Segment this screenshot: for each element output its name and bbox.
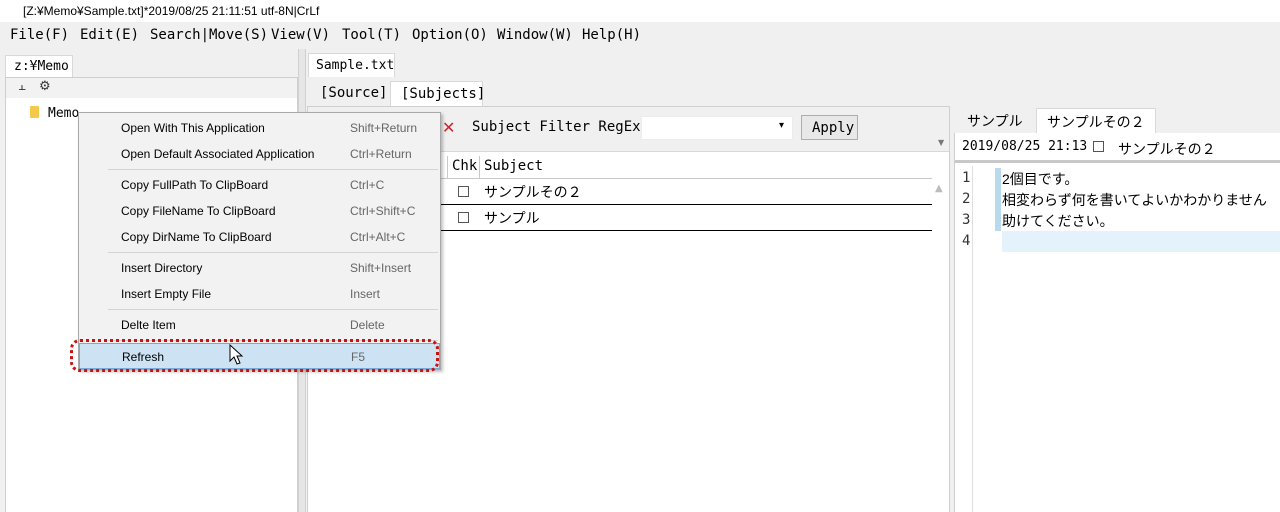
filter-regex-input[interactable]: [641, 116, 793, 140]
gear-icon[interactable]: ⚙: [39, 79, 51, 94]
menu-item-label: Copy FullPath To ClipBoard: [121, 178, 269, 192]
menu-item-label: Open Default Associated Application: [121, 147, 315, 161]
tree-item-memo[interactable]: Memo: [48, 106, 79, 121]
row-subject: サンプル: [484, 210, 540, 226]
menu-item-shortcut: Shift+Return: [350, 121, 418, 135]
highlight-ring: [70, 339, 439, 372]
menu-item-shortcut: Ctrl+Alt+C: [350, 230, 406, 244]
apply-button[interactable]: Apply: [801, 115, 858, 140]
menu-item-shortcut: Insert: [350, 287, 381, 301]
menu-window[interactable]: Window(W): [497, 27, 573, 43]
tree-icon[interactable]: ⫠: [18, 79, 26, 94]
menu-item-copy-filename[interactable]: Copy FileName To ClipBoard Ctrl+Shift+C: [79, 198, 440, 224]
line-number: 3: [962, 212, 971, 228]
menu-item-shortcut: Delete: [350, 318, 385, 332]
editor-line[interactable]: 2個目です。: [1002, 169, 1078, 189]
item-title[interactable]: サンプルその２: [1118, 139, 1216, 159]
menu-item-label: Insert Directory: [121, 261, 203, 275]
menu-separator: [108, 169, 438, 170]
row-checkbox[interactable]: [458, 186, 469, 197]
row-subject: サンプルその２: [484, 184, 582, 200]
menu-view[interactable]: View(V): [271, 27, 330, 43]
line-number: 2: [962, 191, 971, 207]
line-number: 4: [962, 233, 971, 249]
menu-edit[interactable]: Edit(E): [80, 27, 139, 43]
clear-filter-icon[interactable]: ✕: [442, 118, 455, 137]
menu-item-shortcut: Ctrl+Shift+C: [350, 204, 416, 218]
filter-label: Subject Filter RegEx:: [472, 119, 650, 135]
folder-tab[interactable]: z:¥Memo: [5, 55, 73, 77]
menu-separator: [108, 252, 438, 253]
menu-item-label: Insert Empty File: [121, 287, 212, 301]
column-header-chk[interactable]: Chk: [452, 158, 477, 174]
scroll-up-icon[interactable]: ▲: [935, 183, 943, 194]
item-checkbox[interactable]: [1093, 141, 1104, 152]
menu-item-shortcut: Shift+Insert: [350, 261, 412, 275]
tab-source[interactable]: [Source]: [312, 81, 387, 105]
line-number: 1: [962, 170, 971, 186]
menu-item-insert-directory[interactable]: Insert Directory Shift+Insert: [79, 255, 440, 281]
line-modified-marker: [995, 210, 1001, 231]
tab-sample-2[interactable]: サンプルその２: [1036, 108, 1156, 133]
menu-item-label: Copy DirName To ClipBoard: [121, 230, 272, 244]
menu-option[interactable]: Option(O): [412, 27, 488, 43]
line-modified-marker: [995, 189, 1001, 210]
menu-item-shortcut: Ctrl+C: [350, 178, 385, 192]
editor-line[interactable]: 助けてください。: [1002, 211, 1114, 231]
tab-subjects[interactable]: [Subjects]: [390, 81, 485, 106]
menu-tool[interactable]: Tool(T): [342, 27, 401, 43]
item-date: 2019/08/25 21:13: [962, 139, 1088, 154]
current-line-highlight: [1002, 231, 1280, 252]
collapse-icon[interactable]: ▼: [938, 138, 944, 147]
menu-item-label: Delte Item: [121, 318, 176, 332]
menu-help[interactable]: Help(H): [582, 27, 641, 43]
editor-line[interactable]: 相変わらず何を書いてよいかわかりません: [1002, 190, 1267, 210]
menu-item-delete-item[interactable]: Delte Item Delete: [79, 312, 440, 338]
menu-item-shortcut: Ctrl+Return: [350, 147, 412, 161]
menu-item-open-default-app[interactable]: Open Default Associated Application Ctrl…: [79, 141, 440, 167]
menu-separator: [108, 309, 438, 310]
menu-search-move[interactable]: Search|Move(S): [150, 27, 268, 43]
menu-item-copy-fullpath[interactable]: Copy FullPath To ClipBoard Ctrl+C: [79, 172, 440, 198]
menu-item-label: Open With This Application: [121, 121, 265, 135]
tab-sample[interactable]: サンプル: [957, 108, 1035, 132]
menu-bar: File(F) Edit(E) Search|Move(S) View(V) T…: [0, 22, 1280, 49]
menu-item-insert-empty-file[interactable]: Insert Empty File Insert: [79, 281, 440, 307]
chevron-down-icon[interactable]: ▾: [779, 120, 784, 131]
menu-file[interactable]: File(F): [10, 27, 69, 43]
menu-item-open-with-app[interactable]: Open With This Application Shift+Return: [79, 115, 440, 141]
folder-icon: [30, 106, 39, 118]
menu-item-copy-dirname[interactable]: Copy DirName To ClipBoard Ctrl+Alt+C: [79, 224, 440, 250]
menu-item-label: Copy FileName To ClipBoard: [121, 204, 276, 218]
line-modified-marker: [995, 168, 1001, 189]
row-checkbox[interactable]: [458, 212, 469, 223]
document-tab[interactable]: Sample.txt: [308, 53, 395, 77]
window-title: [Z:¥Memo¥Sample.txt]*2019/08/25 21:11:51…: [0, 0, 1280, 22]
mouse-cursor-icon: [229, 344, 244, 365]
column-header-subject[interactable]: Subject: [484, 158, 543, 174]
